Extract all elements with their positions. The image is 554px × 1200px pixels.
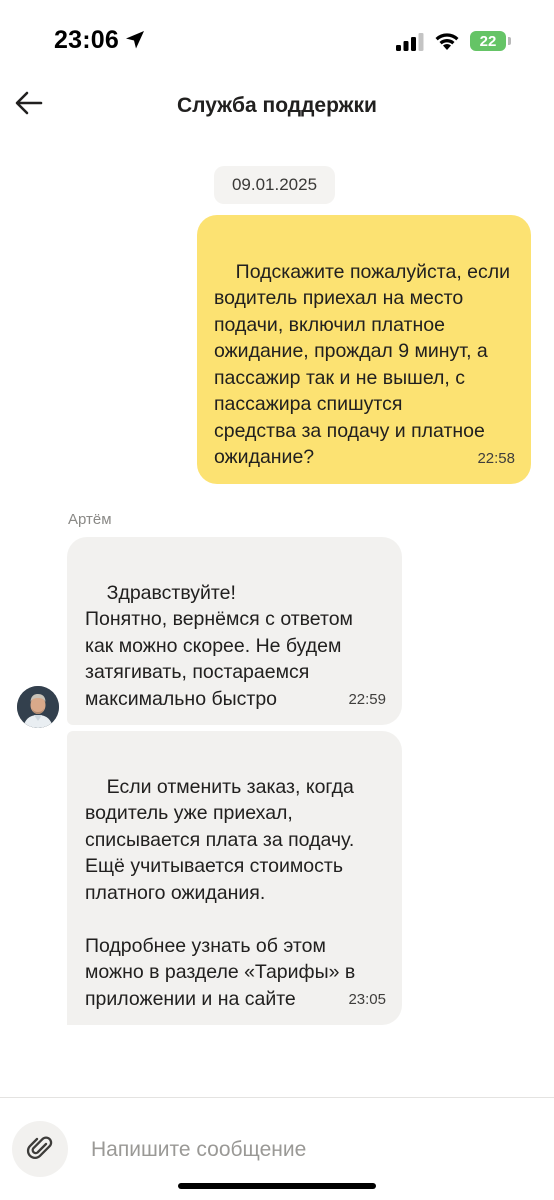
cellular-signal-icon — [396, 33, 424, 51]
message-text: Если отменить заказ, когда водитель уже … — [85, 775, 356, 1010]
status-time: 23:06 — [54, 26, 119, 54]
avatar[interactable] — [17, 686, 59, 728]
location-arrow-icon — [124, 29, 146, 51]
message-time: 22:59 — [348, 690, 386, 708]
incoming-message-bubble[interactable]: Здравствуйте! Понятно, вернёмся с ответо… — [67, 537, 402, 725]
message-input[interactable] — [82, 1130, 522, 1170]
status-bar: 23:06 22 — [0, 0, 554, 84]
chat-screen: 23:06 22 Служба поддержки 09.01.2025 Под… — [0, 0, 554, 1200]
message-text: Здравствуйте! Понятно, вернёмся с ответо… — [85, 581, 353, 710]
composer-divider — [0, 1097, 554, 1098]
message-text: Подскажите пожалуйста, если водитель при… — [214, 260, 511, 469]
outgoing-message-bubble[interactable]: Подскажите пожалуйста, если водитель при… — [197, 215, 531, 484]
paperclip-icon — [26, 1133, 54, 1166]
battery-icon: 22 — [470, 31, 506, 51]
battery-cap — [508, 37, 511, 45]
sender-name: Артём — [68, 511, 112, 528]
attach-button[interactable] — [12, 1121, 68, 1177]
page-title: Служба поддержки — [177, 94, 377, 117]
message-time: 22:58 — [477, 449, 515, 467]
home-indicator — [178, 1183, 376, 1189]
message-time: 23:05 — [348, 990, 386, 1008]
incoming-message-bubble[interactable]: Если отменить заказ, когда водитель уже … — [67, 731, 402, 1025]
chat-header: Служба поддержки — [0, 84, 554, 130]
wifi-icon — [434, 31, 460, 51]
date-separator: 09.01.2025 — [214, 166, 335, 204]
